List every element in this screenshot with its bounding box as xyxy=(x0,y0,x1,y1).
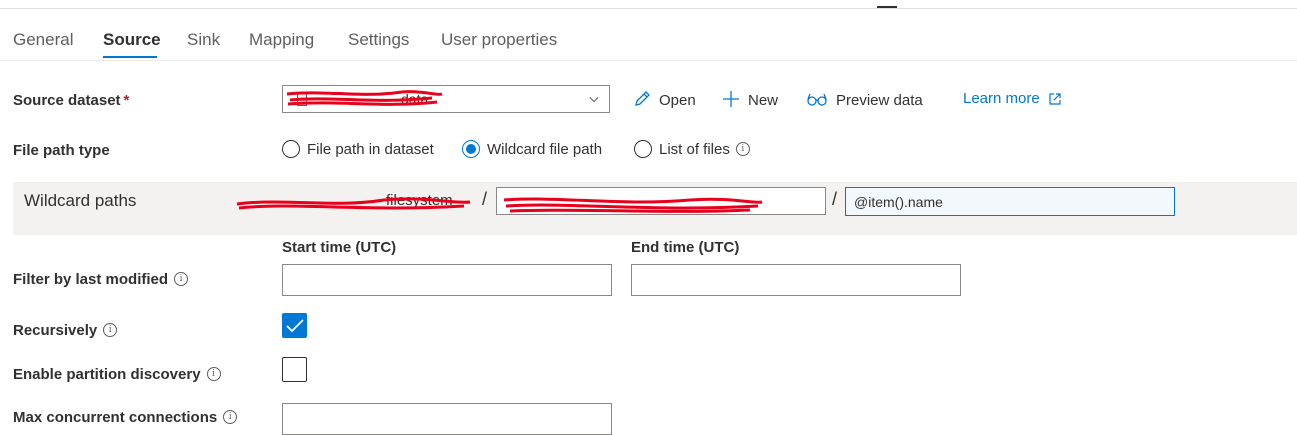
partition-discovery-checkbox[interactable] xyxy=(282,357,307,382)
radio-label: List of files xyxy=(659,141,730,158)
info-icon[interactable]: i xyxy=(103,323,118,337)
radio-file-path-in-dataset[interactable]: File path in dataset xyxy=(282,140,434,158)
tab-mapping[interactable]: Mapping xyxy=(249,30,314,50)
learn-more-link[interactable]: Learn more xyxy=(963,90,1062,107)
info-icon[interactable]: i xyxy=(735,142,750,156)
radio-list-of-files[interactable]: List of files i xyxy=(634,140,750,158)
pencil-icon xyxy=(635,91,650,106)
filter-last-modified-label: Filter by last modified i xyxy=(13,271,189,288)
radio-circle-selected xyxy=(462,140,480,158)
preview-data-button[interactable]: Preview data xyxy=(806,90,923,109)
source-dataset-label: Source dataset * xyxy=(13,92,129,109)
max-connections-text: Max concurrent connections xyxy=(13,409,218,426)
redaction-scribble xyxy=(236,197,471,210)
recursively-text: Recursively xyxy=(13,322,98,339)
radio-circle xyxy=(282,140,300,158)
new-button[interactable]: New xyxy=(722,90,778,109)
recursively-label: Recursively i xyxy=(13,322,118,339)
radio-wildcard-file-path[interactable]: Wildcard file path xyxy=(462,140,602,158)
glasses-icon xyxy=(807,93,827,106)
file-path-type-label: File path type xyxy=(13,142,110,159)
partition-discovery-text: Enable partition discovery xyxy=(13,366,201,383)
info-icon[interactable]: i xyxy=(206,367,221,381)
filter-last-modified-text: Filter by last modified xyxy=(13,271,169,288)
radio-label: Wildcard file path xyxy=(487,141,603,158)
preview-data-label: Preview data xyxy=(836,92,923,109)
radio-circle xyxy=(634,140,652,158)
wildcard-paths-label: Wildcard paths xyxy=(24,191,137,210)
recursively-checkbox[interactable] xyxy=(282,313,307,338)
tab-sink[interactable]: Sink xyxy=(187,30,220,50)
open-label: Open xyxy=(659,92,696,109)
top-divider xyxy=(0,8,1297,9)
redaction-scribble xyxy=(503,197,763,213)
path-separator: / xyxy=(832,189,838,209)
start-time-label: Start time (UTC) xyxy=(282,239,397,256)
redaction-scribble xyxy=(286,90,443,106)
plus-icon xyxy=(723,91,739,107)
partition-discovery-label: Enable partition discovery i xyxy=(13,366,221,383)
tab-divider xyxy=(0,60,1297,61)
end-time-input[interactable] xyxy=(631,264,961,296)
info-icon[interactable]: i xyxy=(223,410,238,424)
resize-handle[interactable] xyxy=(877,6,897,8)
tab-general[interactable]: General xyxy=(13,30,73,50)
checkmark-icon xyxy=(286,319,304,333)
max-connections-input[interactable] xyxy=(282,403,612,435)
new-label: New xyxy=(748,92,779,109)
open-button[interactable]: Open xyxy=(633,90,696,109)
chevron-down-icon xyxy=(589,96,599,103)
required-mark: * xyxy=(123,92,130,109)
tab-source[interactable]: Source xyxy=(103,30,161,50)
info-icon[interactable]: i xyxy=(174,272,189,286)
path-separator: / xyxy=(482,189,488,209)
source-dataset-label-text: Source dataset xyxy=(13,92,121,109)
radio-label: File path in dataset xyxy=(307,141,434,158)
start-time-input[interactable] xyxy=(282,264,612,296)
max-connections-label: Max concurrent connections i xyxy=(13,409,238,426)
learn-more-label: Learn more xyxy=(963,90,1040,107)
external-link-icon xyxy=(1049,93,1061,105)
tab-user-properties[interactable]: User properties xyxy=(441,30,557,50)
end-time-label: End time (UTC) xyxy=(631,239,740,256)
active-tab-indicator xyxy=(103,56,157,58)
tab-settings[interactable]: Settings xyxy=(348,30,409,50)
wildcard-file-name-input[interactable] xyxy=(845,187,1175,216)
